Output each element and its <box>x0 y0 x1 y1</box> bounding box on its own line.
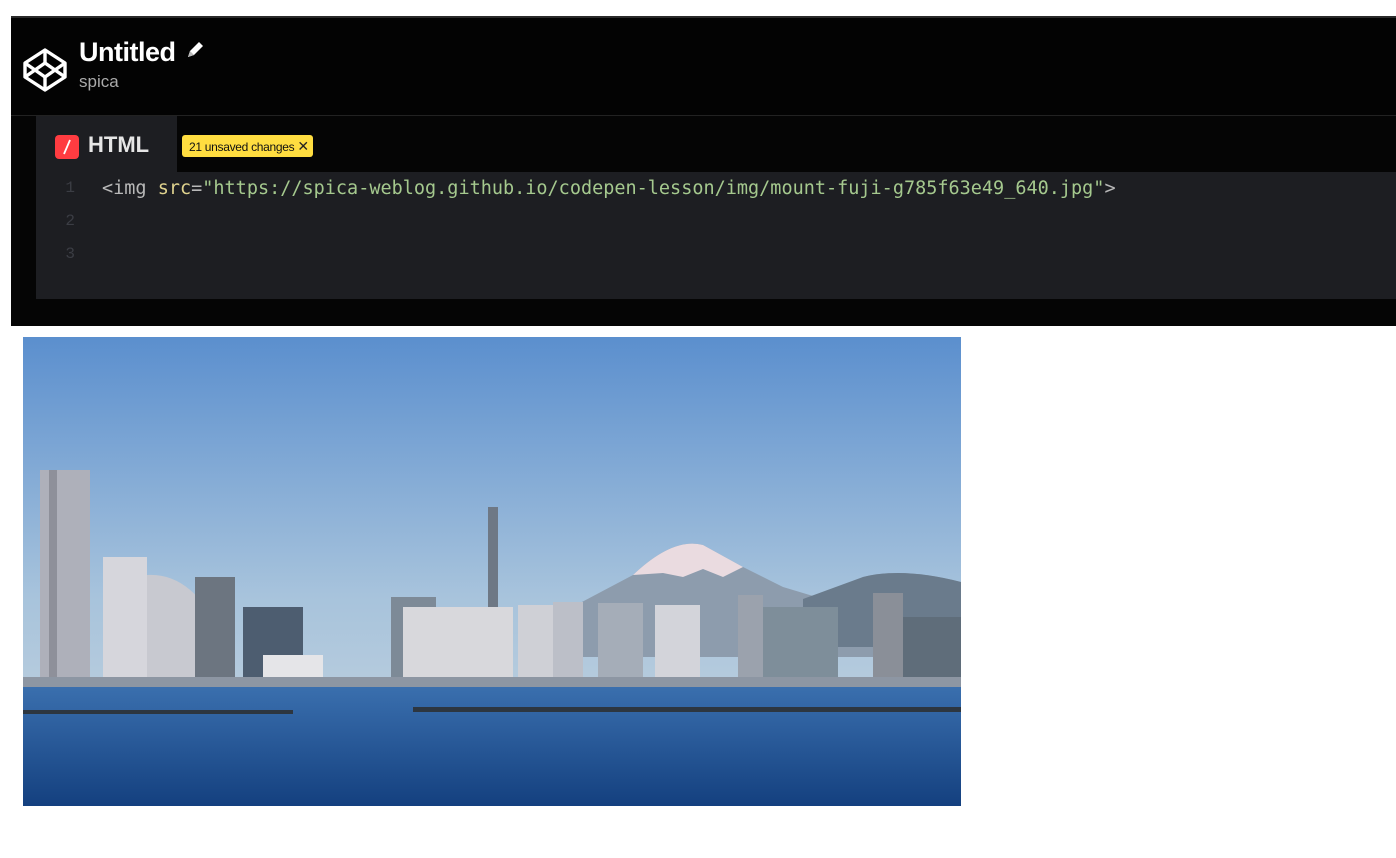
code-line-1: <img src="https://spica-weblog.github.io… <box>102 172 1116 205</box>
title-block: Untitled spica <box>79 36 206 92</box>
code-area[interactable]: 1 2 3 <img src="https://spica-weblog.git… <box>36 172 1396 299</box>
slash-glyph <box>63 139 71 155</box>
line-number: 2 <box>65 212 75 230</box>
yokohama-fuji-photo <box>23 337 961 806</box>
line-number: 1 <box>65 179 75 197</box>
code-attr-name: src <box>157 178 192 199</box>
code-tag-open: <img <box>102 178 147 199</box>
html-editor: HTML 21 unsaved changes ✕ 1 2 3 <img src=… <box>36 116 1396 299</box>
close-icon[interactable]: ✕ <box>297 138 309 154</box>
pencil-icon[interactable] <box>184 39 206 61</box>
code-tag-close: > <box>1104 178 1116 199</box>
preview-image <box>23 337 961 806</box>
pen-title[interactable]: Untitled <box>79 36 176 68</box>
pen-header: Untitled spica <box>11 16 1396 115</box>
editor-panel: HTML 21 unsaved changes ✕ 1 2 3 <img src=… <box>11 115 1396 326</box>
tab-html[interactable]: HTML <box>36 116 177 172</box>
codepen-logo-icon[interactable] <box>21 46 69 94</box>
line-number-gutter: 1 2 3 <box>36 172 76 271</box>
line-number: 3 <box>65 245 75 263</box>
code-lines[interactable]: <img src="https://spica-weblog.github.io… <box>102 172 1116 271</box>
editor-tab-bar: HTML 21 unsaved changes ✕ <box>36 116 1396 172</box>
code-equals: = <box>191 178 203 199</box>
unsaved-changes-badge: 21 unsaved changes ✕ <box>182 135 313 157</box>
code-attr-value: "https://spica-weblog.github.io/codepen-… <box>202 178 1105 199</box>
unsaved-changes-text: 21 unsaved changes <box>189 140 295 154</box>
top-spacer <box>0 0 1396 16</box>
pen-owner[interactable]: spica <box>79 72 206 92</box>
html-language-icon <box>55 135 79 159</box>
tab-html-label: HTML <box>88 132 150 157</box>
